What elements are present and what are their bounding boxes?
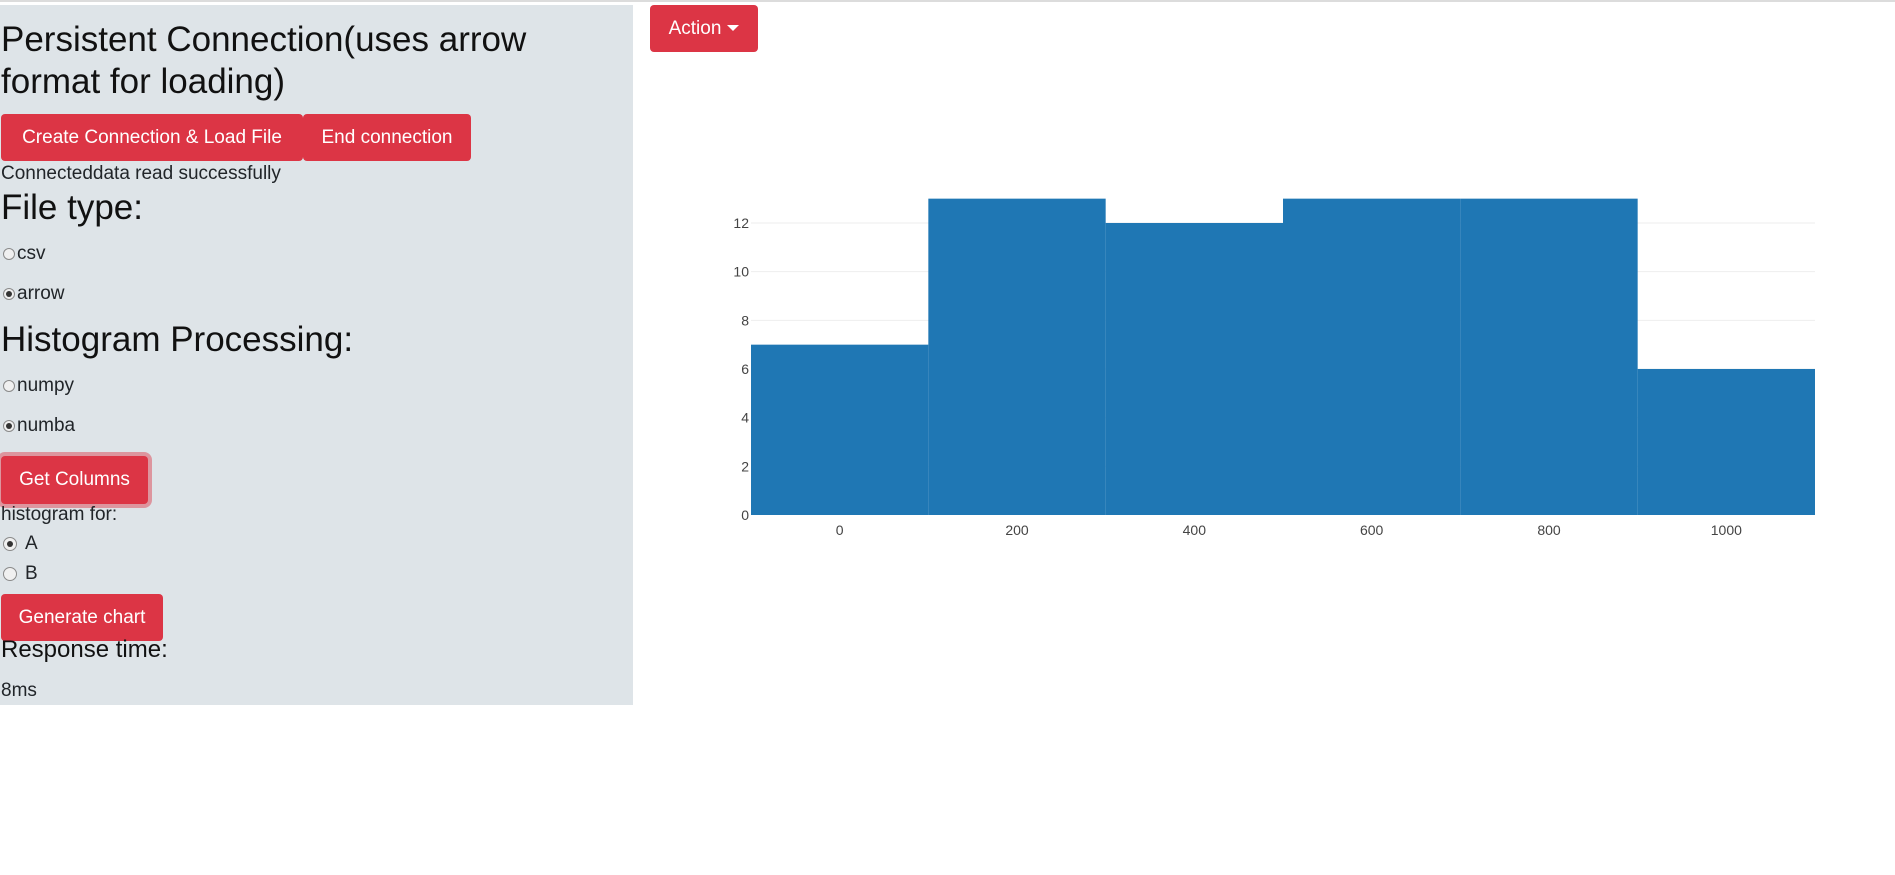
histogram-bar-5[interactable] — [1637, 368, 1815, 515]
y-tick-label: 8 — [741, 312, 749, 328]
response-time-value: 8ms — [1, 680, 37, 701]
radio-label-numpy: numpy — [17, 375, 75, 396]
radio-column-b[interactable] — [3, 567, 17, 581]
x-tick-label: 0 — [836, 522, 844, 538]
x-tick-label: 400 — [1183, 522, 1207, 538]
y-tick-label: 0 — [741, 507, 749, 523]
x-tick-label: 200 — [1005, 522, 1029, 538]
radio-label-arrow: arrow — [17, 283, 65, 304]
histogram-bar-2[interactable] — [1105, 222, 1283, 515]
status-text: Connecteddata read successfully — [1, 163, 281, 184]
histogram-bar-3[interactable] — [1283, 198, 1461, 515]
histogram-processing-heading: Histogram Processing: — [1, 320, 354, 359]
get-columns-button[interactable]: Get Columns — [1, 456, 148, 504]
radio-label-csv: csv — [17, 243, 46, 264]
processing-option-numba[interactable]: numba — [1, 414, 75, 438]
create-connection-button[interactable]: Create Connection & Load File — [1, 114, 303, 161]
file-type-heading: File type: — [1, 188, 143, 227]
histogram-bar-1[interactable] — [928, 198, 1106, 515]
response-time-heading: Response time: — [1, 636, 168, 663]
action-button-label: Action — [668, 17, 722, 39]
x-tick-label: 1000 — [1711, 522, 1742, 538]
page-title: Persistent Connection(uses arrow format … — [1, 20, 527, 101]
radio-column-a[interactable] — [3, 537, 17, 551]
action-dropdown-button[interactable]: Action — [650, 5, 758, 52]
chart-bars — [751, 198, 1815, 515]
column-option-a[interactable]: A — [1, 532, 38, 556]
radio-numba[interactable] — [3, 420, 15, 432]
y-tick-label: 6 — [741, 361, 749, 377]
processing-option-numpy[interactable]: numpy — [1, 374, 74, 398]
sidebar-panel: Persistent Connection(uses arrow format … — [0, 5, 633, 705]
caret-down-icon — [727, 24, 740, 31]
radio-label-b: B — [25, 563, 38, 584]
file-type-option-arrow[interactable]: arrow — [1, 282, 65, 306]
radio-numpy[interactable] — [3, 380, 15, 392]
file-type-option-csv[interactable]: csv — [1, 242, 46, 266]
histogram-chart: 0 2 4 6 8 10 12 0 200 400 600 800 1000 — [733, 198, 1815, 538]
end-connection-button[interactable]: End connection — [303, 114, 471, 161]
x-tick-label: 600 — [1360, 522, 1384, 538]
histogram-bar-4[interactable] — [1460, 198, 1638, 515]
y-tick-label: 12 — [733, 215, 749, 231]
y-tick-label: 4 — [741, 410, 749, 426]
radio-arrow[interactable] — [3, 288, 15, 300]
radio-label-a: A — [25, 533, 38, 554]
generate-chart-button[interactable]: Generate chart — [1, 594, 163, 641]
histogram-bar-0[interactable] — [751, 344, 929, 515]
x-tick-label: 800 — [1537, 522, 1561, 538]
radio-label-numba: numba — [17, 415, 76, 436]
column-option-b[interactable]: B — [1, 562, 38, 586]
y-tick-label: 10 — [733, 264, 749, 280]
histogram-for-label: histogram for: — [1, 504, 118, 525]
y-tick-label: 2 — [741, 458, 749, 474]
radio-csv[interactable] — [3, 248, 15, 260]
top-border — [0, 0, 1895, 2]
